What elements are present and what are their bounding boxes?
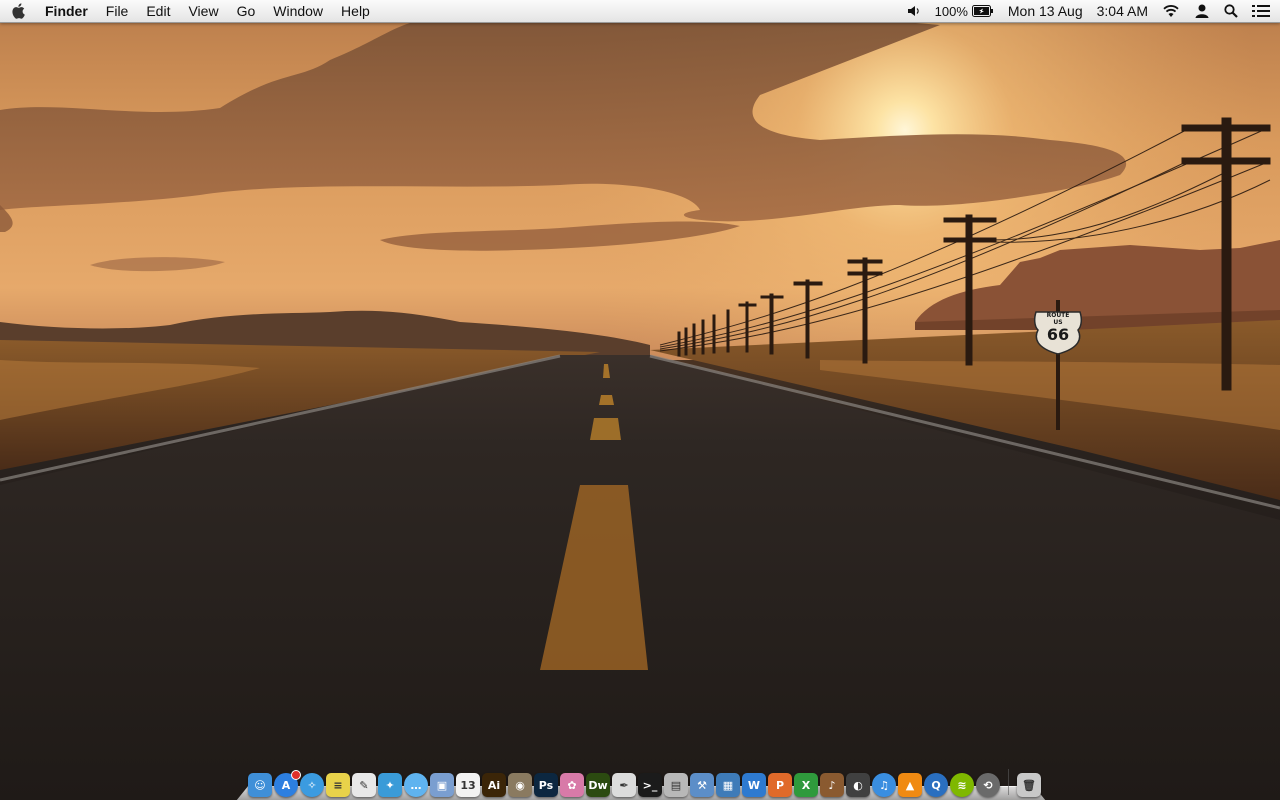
photoshop-icon[interactable]: Ps <box>534 773 558 797</box>
illustrator-icon[interactable]: Ai <box>482 773 506 797</box>
quicktime-glyph: Q <box>931 778 941 792</box>
battery-status[interactable]: 100% <box>928 0 1001 22</box>
safari-glyph: ✧ <box>307 778 317 792</box>
wifi-icon[interactable] <box>1155 0 1187 22</box>
dock-icons: ☺ A ✧ ≡ ✎ ✦ … ▣ 13 Ai ◉ Ps ✿ Dw ✒ >_ ▤ ⚒ ▦ W P X ♪ ◐ ♫ ▲ Q ≋ ⟲ 🗑 <box>248 767 1041 797</box>
script-editor-glyph: ✒ <box>619 778 629 792</box>
garageband-glyph: ♪ <box>828 778 836 792</box>
notification-badge <box>291 770 301 780</box>
spotify-glyph: ≋ <box>957 778 967 792</box>
vlc-glyph: ▲ <box>905 778 915 792</box>
quicktime-icon[interactable]: Q <box>924 773 948 797</box>
dock-separator <box>1008 769 1009 795</box>
powerpoint-glyph: P <box>775 778 785 792</box>
calendar-glyph: 13 <box>460 778 476 792</box>
menu-edit[interactable]: Edit <box>137 0 179 22</box>
finder-icon[interactable]: ☺ <box>248 773 272 797</box>
app-store-glyph: A <box>281 778 291 792</box>
calendar-icon[interactable]: 13 <box>456 773 480 797</box>
trash-icon[interactable]: 🗑 <box>1017 773 1041 797</box>
desktop: ROUTE US 66 Finder File Edit View Go Win… <box>0 0 1280 800</box>
user-icon[interactable] <box>1187 0 1217 22</box>
preview-icon[interactable]: ▣ <box>430 773 454 797</box>
image-capture-glyph: ▤ <box>670 778 682 792</box>
photoshop-glyph: Ps <box>538 778 554 792</box>
battery-percentage: 100% <box>934 3 968 19</box>
app-store-icon[interactable]: A <box>274 770 301 797</box>
virtualbox-glyph: ▦ <box>722 778 734 792</box>
photobooth-icon[interactable]: ✿ <box>560 773 584 797</box>
itunes-glyph: ♫ <box>879 778 889 792</box>
dreamweaver-glyph: Dw <box>588 778 608 792</box>
apple-menu-icon[interactable] <box>0 0 36 22</box>
menu-go[interactable]: Go <box>228 0 265 22</box>
powerpoint-icon[interactable]: P <box>768 773 792 797</box>
time-machine-glyph: ⟲ <box>983 778 993 792</box>
stickies-icon[interactable]: ≡ <box>326 773 350 797</box>
script-editor-icon[interactable]: ✒ <box>612 773 636 797</box>
time-machine-icon[interactable]: ⟲ <box>976 773 1000 797</box>
safari-icon[interactable]: ✧ <box>300 773 324 797</box>
menu-window[interactable]: Window <box>264 0 332 22</box>
dock: ☺ A ✧ ≡ ✎ ✦ … ▣ 13 Ai ◉ Ps ✿ Dw ✒ >_ ▤ ⚒ ▦ W P X ♪ ◐ ♫ ▲ Q ≋ ⟲ 🗑 <box>236 764 1046 800</box>
menu-view[interactable]: View <box>179 0 227 22</box>
twitter-glyph: ✦ <box>385 778 395 792</box>
virtualbox-icon[interactable]: ▦ <box>716 773 740 797</box>
textedit-icon[interactable]: ✎ <box>352 773 376 797</box>
terminal-glyph: >_ <box>642 778 658 792</box>
notification-center-icon[interactable] <box>1245 0 1280 22</box>
garageband-icon[interactable]: ♪ <box>820 773 844 797</box>
menu-bar: Finder File Edit View Go Window Help 100… <box>0 0 1280 23</box>
iphoto-glyph: ◉ <box>515 778 525 792</box>
menu-file[interactable]: File <box>97 0 138 22</box>
xcode-icon[interactable]: ⚒ <box>690 773 714 797</box>
illustrator-glyph: Ai <box>487 778 501 792</box>
menu-app-name[interactable]: Finder <box>36 0 97 22</box>
vlc-icon[interactable]: ▲ <box>898 773 922 797</box>
messages-icon[interactable]: … <box>404 773 428 797</box>
twitter-icon[interactable]: ✦ <box>378 773 402 797</box>
trash-glyph: 🗑 <box>1022 778 1036 792</box>
stickies-glyph: ≡ <box>333 778 343 792</box>
date-display[interactable]: Mon 13 Aug <box>1001 0 1090 22</box>
finder-glyph: ☺ <box>254 778 266 792</box>
menu-help[interactable]: Help <box>332 0 379 22</box>
excel-icon[interactable]: X <box>794 773 818 797</box>
xcode-glyph: ⚒ <box>697 778 707 792</box>
photobooth-glyph: ✿ <box>567 778 577 792</box>
textedit-glyph: ✎ <box>359 778 369 792</box>
desktop-wallpaper <box>0 0 1280 800</box>
dreamweaver-icon[interactable]: Dw <box>586 773 610 797</box>
volume-icon[interactable] <box>900 0 928 22</box>
time-display[interactable]: 3:04 AM <box>1090 0 1155 22</box>
spotify-icon[interactable]: ≋ <box>950 773 974 797</box>
word-glyph: W <box>747 778 761 792</box>
messages-glyph: … <box>410 778 422 792</box>
dashboard-glyph: ◐ <box>853 778 863 792</box>
route-66-sign-text: ROUTE US 66 <box>1036 313 1080 343</box>
terminal-icon[interactable]: >_ <box>638 773 662 797</box>
battery-icon <box>971 5 993 17</box>
excel-glyph: X <box>801 778 811 792</box>
iphoto-icon[interactable]: ◉ <box>508 773 532 797</box>
itunes-icon[interactable]: ♫ <box>872 773 896 797</box>
sign-route-number: 66 <box>1046 325 1070 344</box>
image-capture-icon[interactable]: ▤ <box>664 773 688 797</box>
preview-glyph: ▣ <box>436 778 448 792</box>
spotlight-search-icon[interactable] <box>1217 0 1245 22</box>
dashboard-icon[interactable]: ◐ <box>846 773 870 797</box>
word-icon[interactable]: W <box>742 773 766 797</box>
